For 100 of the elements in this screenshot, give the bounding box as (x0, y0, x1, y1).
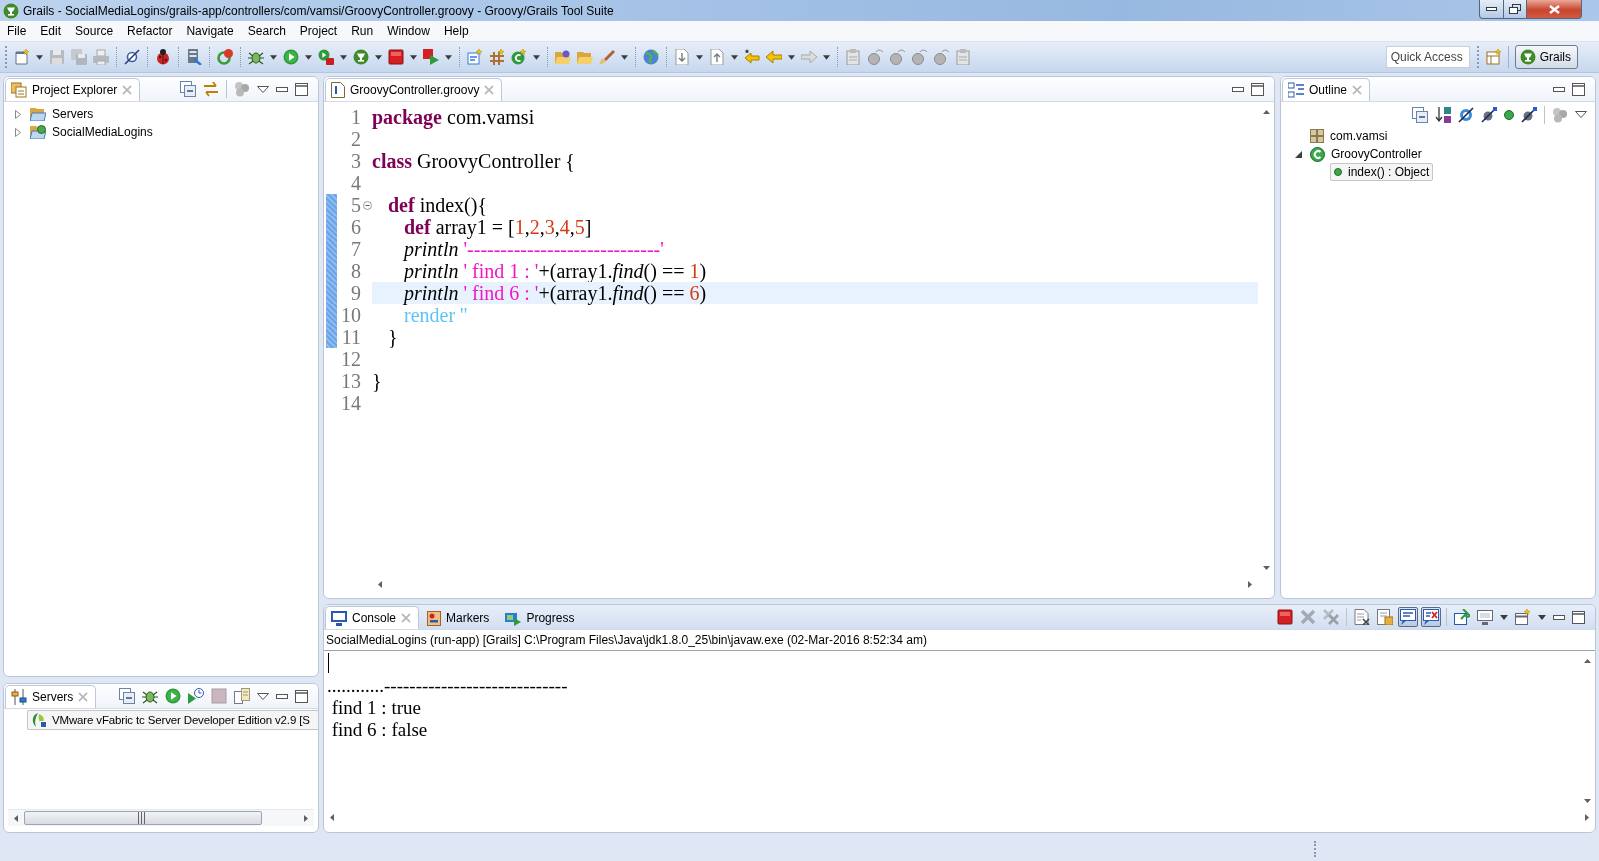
documents-icon[interactable] (234, 688, 250, 704)
caret-icon[interactable] (445, 54, 452, 60)
restore-button[interactable] (1504, 0, 1527, 19)
collapse-arrow-icon[interactable] (1294, 150, 1302, 158)
menu-item[interactable]: Help (436, 22, 476, 40)
play-icon[interactable] (283, 49, 299, 65)
scrollbar-thumb[interactable] (24, 811, 262, 825)
horizontal-scrollbar[interactable] (8, 809, 314, 826)
document-up-arrow-icon[interactable] (709, 49, 725, 65)
view-tab[interactable]: Progress (499, 606, 583, 629)
dot-icon[interactable] (1504, 109, 1514, 120)
play-icon[interactable] (165, 688, 181, 704)
pin-icon[interactable] (1454, 609, 1470, 625)
new-document-icon[interactable] (467, 49, 483, 65)
tree-item[interactable]: SocialMediaLogins (26, 123, 157, 141)
caret-icon[interactable] (1538, 614, 1546, 620)
clipboard-icon[interactable] (955, 49, 971, 65)
new-grid-icon[interactable] (489, 49, 505, 65)
stop-play-icon[interactable] (423, 49, 439, 65)
caret-icon[interactable] (621, 54, 628, 60)
open-folder-icon[interactable] (555, 49, 571, 65)
new-file-icon[interactable] (14, 49, 30, 65)
minimize-icon[interactable] (1232, 86, 1244, 92)
perspective-button[interactable]: Grails (1514, 45, 1578, 69)
toggle-button[interactable] (1398, 607, 1418, 627)
crossed-dot-icon[interactable] (1521, 106, 1537, 123)
caret-icon[interactable] (788, 54, 795, 60)
view-menu-icon[interactable] (1575, 111, 1587, 118)
document-x-icon[interactable] (1354, 609, 1370, 625)
menu-item[interactable]: Navigate (179, 22, 241, 40)
maximize-icon[interactable] (1572, 610, 1585, 624)
fold-icon[interactable] (362, 200, 372, 210)
scroll-right-icon[interactable] (1585, 814, 1589, 821)
drag-handle[interactable] (1314, 840, 1317, 857)
view-tab[interactable]: Console (325, 606, 420, 629)
tree-item[interactable]: index() : Object (1330, 163, 1434, 181)
bug-icon[interactable] (142, 688, 158, 704)
minimize-icon[interactable] (1553, 86, 1565, 92)
menu-item[interactable]: Edit (33, 22, 69, 40)
menu-item[interactable]: Search (240, 22, 293, 40)
tree-item[interactable]: com.vamsi (1306, 127, 1392, 145)
clipboard-icon[interactable] (845, 49, 861, 65)
scroll-left-icon[interactable] (330, 814, 334, 821)
view-menu-icon[interactable] (257, 692, 269, 700)
refresh-icon[interactable] (217, 49, 233, 65)
collapse-all-icon[interactable] (119, 688, 135, 704)
view-tab[interactable]: Project Explorer (5, 78, 141, 101)
view-tab[interactable]: GroovyController.groovy (325, 78, 503, 101)
menu-item[interactable]: Source (68, 22, 121, 40)
caret-icon[interactable] (340, 54, 347, 60)
collapse-all-icon[interactable] (180, 81, 196, 97)
server-icon[interactable] (186, 49, 202, 65)
caret-icon[interactable] (696, 54, 703, 60)
tree-item[interactable]: Servers (26, 105, 98, 123)
scroll-up-icon[interactable] (1262, 110, 1270, 114)
two-way-arrows-icon[interactable] (203, 81, 219, 97)
new-class-icon[interactable] (511, 49, 527, 65)
document-down-arrow-icon[interactable] (674, 49, 690, 65)
view-tab[interactable]: Servers (5, 685, 97, 708)
scroll-right-icon[interactable] (304, 814, 308, 822)
stopwatch-play-icon[interactable] (188, 688, 204, 704)
caret-icon[interactable] (375, 54, 382, 60)
quick-access-field[interactable]: Quick Access (1385, 46, 1470, 68)
expand-arrow-icon[interactable] (15, 127, 21, 137)
ladybug-icon[interactable] (155, 49, 171, 65)
toggle-button[interactable] (1421, 607, 1441, 627)
caret-icon[interactable] (1500, 614, 1508, 620)
globe-icon[interactable] (643, 49, 659, 65)
maximize-icon[interactable] (1251, 82, 1264, 96)
bug-icon[interactable] (248, 49, 264, 65)
lock-document-icon[interactable] (1377, 609, 1393, 625)
caret-icon[interactable] (410, 54, 417, 60)
caret-icon[interactable] (533, 54, 540, 60)
stop-icon[interactable] (1277, 609, 1293, 625)
new-window-icon[interactable] (1515, 609, 1531, 625)
caret-icon[interactable] (731, 54, 738, 60)
maximize-icon[interactable] (295, 82, 308, 96)
close-button[interactable] (1527, 0, 1582, 19)
crossed-dot-icon[interactable] (1481, 106, 1497, 123)
grid-window-icon[interactable] (1485, 49, 1502, 65)
view-tab[interactable]: Outline (1282, 78, 1371, 101)
minimize-icon[interactable] (276, 693, 288, 699)
caret-icon[interactable] (305, 54, 312, 60)
collapse-all-icon[interactable] (1412, 106, 1428, 123)
stop-icon[interactable] (388, 49, 404, 65)
minimize-icon[interactable] (1553, 614, 1565, 620)
menu-item[interactable]: Run (344, 22, 381, 40)
cup-logo-icon[interactable] (353, 49, 369, 65)
minimize-icon[interactable] (276, 86, 288, 92)
view-menu-icon[interactable] (257, 85, 269, 93)
monitor-icon[interactable] (1477, 609, 1493, 625)
crossed-circle-icon[interactable] (124, 49, 140, 65)
menu-item[interactable]: Refactor (120, 22, 180, 40)
brush-icon[interactable] (599, 49, 615, 65)
view-tab[interactable]: Markers (421, 606, 498, 629)
menu-item[interactable]: File (0, 22, 34, 40)
caret-icon[interactable] (36, 54, 43, 60)
crossed-circle-icon[interactable] (1458, 106, 1474, 123)
expand-arrow-icon[interactable] (15, 109, 21, 119)
sort-icon[interactable] (1435, 106, 1451, 123)
